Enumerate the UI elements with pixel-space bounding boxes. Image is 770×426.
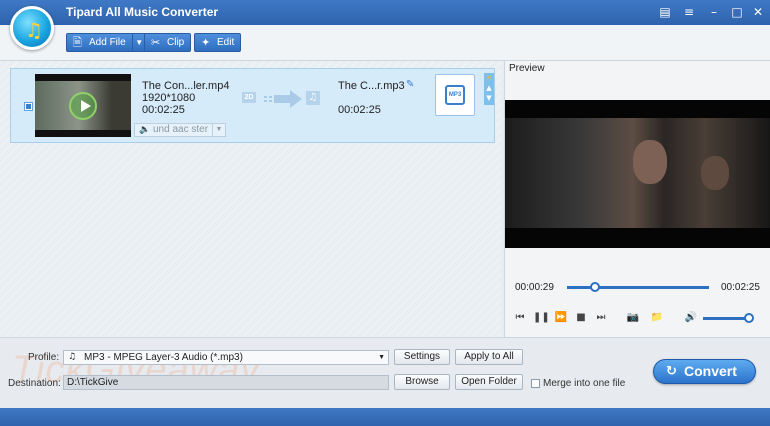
- scissors-icon: ✂: [151, 36, 161, 49]
- total-time: 00:02:25: [721, 282, 760, 293]
- speaker-icon: 🔈: [139, 125, 151, 135]
- row-side-controls: ✕ ▲ ▼: [484, 73, 494, 105]
- camera-icon[interactable]: 📷: [626, 311, 640, 325]
- source-filename: The Con...ler.mp4: [142, 80, 230, 92]
- app-title: Tipard All Music Converter: [66, 5, 219, 19]
- merge-checkbox[interactable]: [531, 379, 540, 388]
- audio-file-icon: ♫: [68, 352, 77, 362]
- destination-label: Destination:: [8, 378, 61, 389]
- destination-field[interactable]: D:\TickGive: [63, 375, 389, 390]
- edit-button[interactable]: ✦ Edit: [194, 33, 242, 52]
- menu-icon[interactable]: ≡: [681, 4, 697, 20]
- merge-label: Merge into one file: [543, 378, 626, 389]
- volume-icon[interactable]: 🔊: [684, 311, 698, 325]
- skip-forward-icon[interactable]: ⏭: [594, 311, 608, 325]
- play-icon[interactable]: [69, 92, 97, 120]
- minimize-icon[interactable]: –: [706, 4, 722, 20]
- convert-button[interactable]: ↻ Convert: [653, 359, 756, 384]
- add-file-icon: 🗎: [73, 36, 82, 49]
- fast-forward-icon[interactable]: ⏩: [554, 311, 568, 325]
- current-time: 00:00:29: [515, 282, 554, 293]
- file-list: The Con...ler.mp4 1920*1080 00:02:25 🔈 u…: [0, 61, 501, 337]
- output-duration: 00:02:25: [338, 104, 381, 116]
- skip-back-icon[interactable]: ⏮: [513, 311, 527, 325]
- source-resolution: 1920*1080: [142, 92, 196, 104]
- output-filename: The C...r.mp3: [338, 80, 405, 92]
- title-bar: Tipard All Music Converter ▤ ≡ – □ ✕: [0, 0, 770, 25]
- chevron-down-icon: ▼: [212, 124, 225, 136]
- file-checkbox[interactable]: [24, 102, 33, 111]
- add-file-label: Add File: [89, 37, 126, 48]
- convert-label: Convert: [684, 363, 737, 379]
- status-bar: [0, 408, 770, 426]
- format-icon: MP3: [445, 85, 465, 105]
- maximize-icon[interactable]: □: [729, 4, 745, 20]
- music-note-icon: ♫: [25, 18, 43, 42]
- audio-file-icon: ♫: [306, 91, 320, 105]
- volume-handle[interactable]: [743, 313, 754, 323]
- app-logo: ♫: [10, 6, 54, 50]
- profile-label: Profile:: [28, 352, 60, 363]
- close-icon[interactable]: ✕: [750, 4, 766, 20]
- video-thumbnail[interactable]: [35, 74, 131, 137]
- feedback-icon[interactable]: ▤: [657, 4, 673, 20]
- stop-icon[interactable]: ■: [574, 311, 588, 325]
- chevron-down-icon: ▼: [378, 354, 385, 361]
- move-down-icon[interactable]: ▼: [484, 93, 494, 103]
- pause-icon[interactable]: ❚❚: [533, 311, 550, 325]
- move-up-icon[interactable]: ▲: [484, 83, 494, 93]
- toolbar: 🗎 Add File ▼ ✂ Clip ✦ Edit: [0, 25, 770, 61]
- seek-handle[interactable]: [590, 282, 601, 292]
- preview-panel: Preview 00:00:29 00:02:25 ⏮ ❚❚ ⏩ ■ ⏭ 📷 📁…: [504, 61, 770, 337]
- audio-track-value: und aac ster: [153, 124, 209, 135]
- source-duration: 00:02:25: [142, 104, 185, 116]
- sparkle-icon: ✦: [201, 36, 211, 49]
- edit-label: Edit: [217, 37, 235, 48]
- settings-button[interactable]: Settings: [394, 349, 450, 365]
- convert-arrow-icon: [264, 90, 302, 108]
- output-format-button[interactable]: MP3: [435, 74, 475, 116]
- browse-button[interactable]: Browse: [394, 374, 450, 390]
- clip-label: Clip: [167, 37, 185, 48]
- audio-track-select[interactable]: 🔈 und aac ster ▼: [134, 123, 226, 137]
- profile-select[interactable]: ♫ MP3 - MPEG Layer-3 Audio (*.mp3) ▼: [63, 350, 389, 365]
- folder-icon[interactable]: 📁: [650, 311, 664, 325]
- 2d-icon: 2D: [242, 92, 256, 103]
- video-preview[interactable]: [505, 100, 770, 248]
- open-folder-button[interactable]: Open Folder: [455, 374, 523, 390]
- conversion-indicator: 2D ♫: [242, 88, 322, 110]
- profile-value: MP3 - MPEG Layer-3 Audio (*.mp3): [84, 352, 243, 363]
- seek-bar[interactable]: [567, 286, 709, 289]
- add-file-button[interactable]: 🗎 Add File ▼: [66, 33, 147, 52]
- clip-button[interactable]: ✂ Clip: [144, 33, 192, 52]
- pencil-icon[interactable]: ✎: [406, 79, 414, 90]
- output-settings-panel: TickGiveaway Profile: ♫ MP3 - MPEG Layer…: [0, 337, 770, 408]
- list-item[interactable]: The Con...ler.mp4 1920*1080 00:02:25 🔈 u…: [10, 68, 495, 143]
- apply-to-all-button[interactable]: Apply to All: [455, 349, 523, 365]
- refresh-icon: ↻: [666, 364, 677, 379]
- remove-icon[interactable]: ✕: [484, 73, 494, 83]
- preview-label: Preview: [509, 63, 545, 74]
